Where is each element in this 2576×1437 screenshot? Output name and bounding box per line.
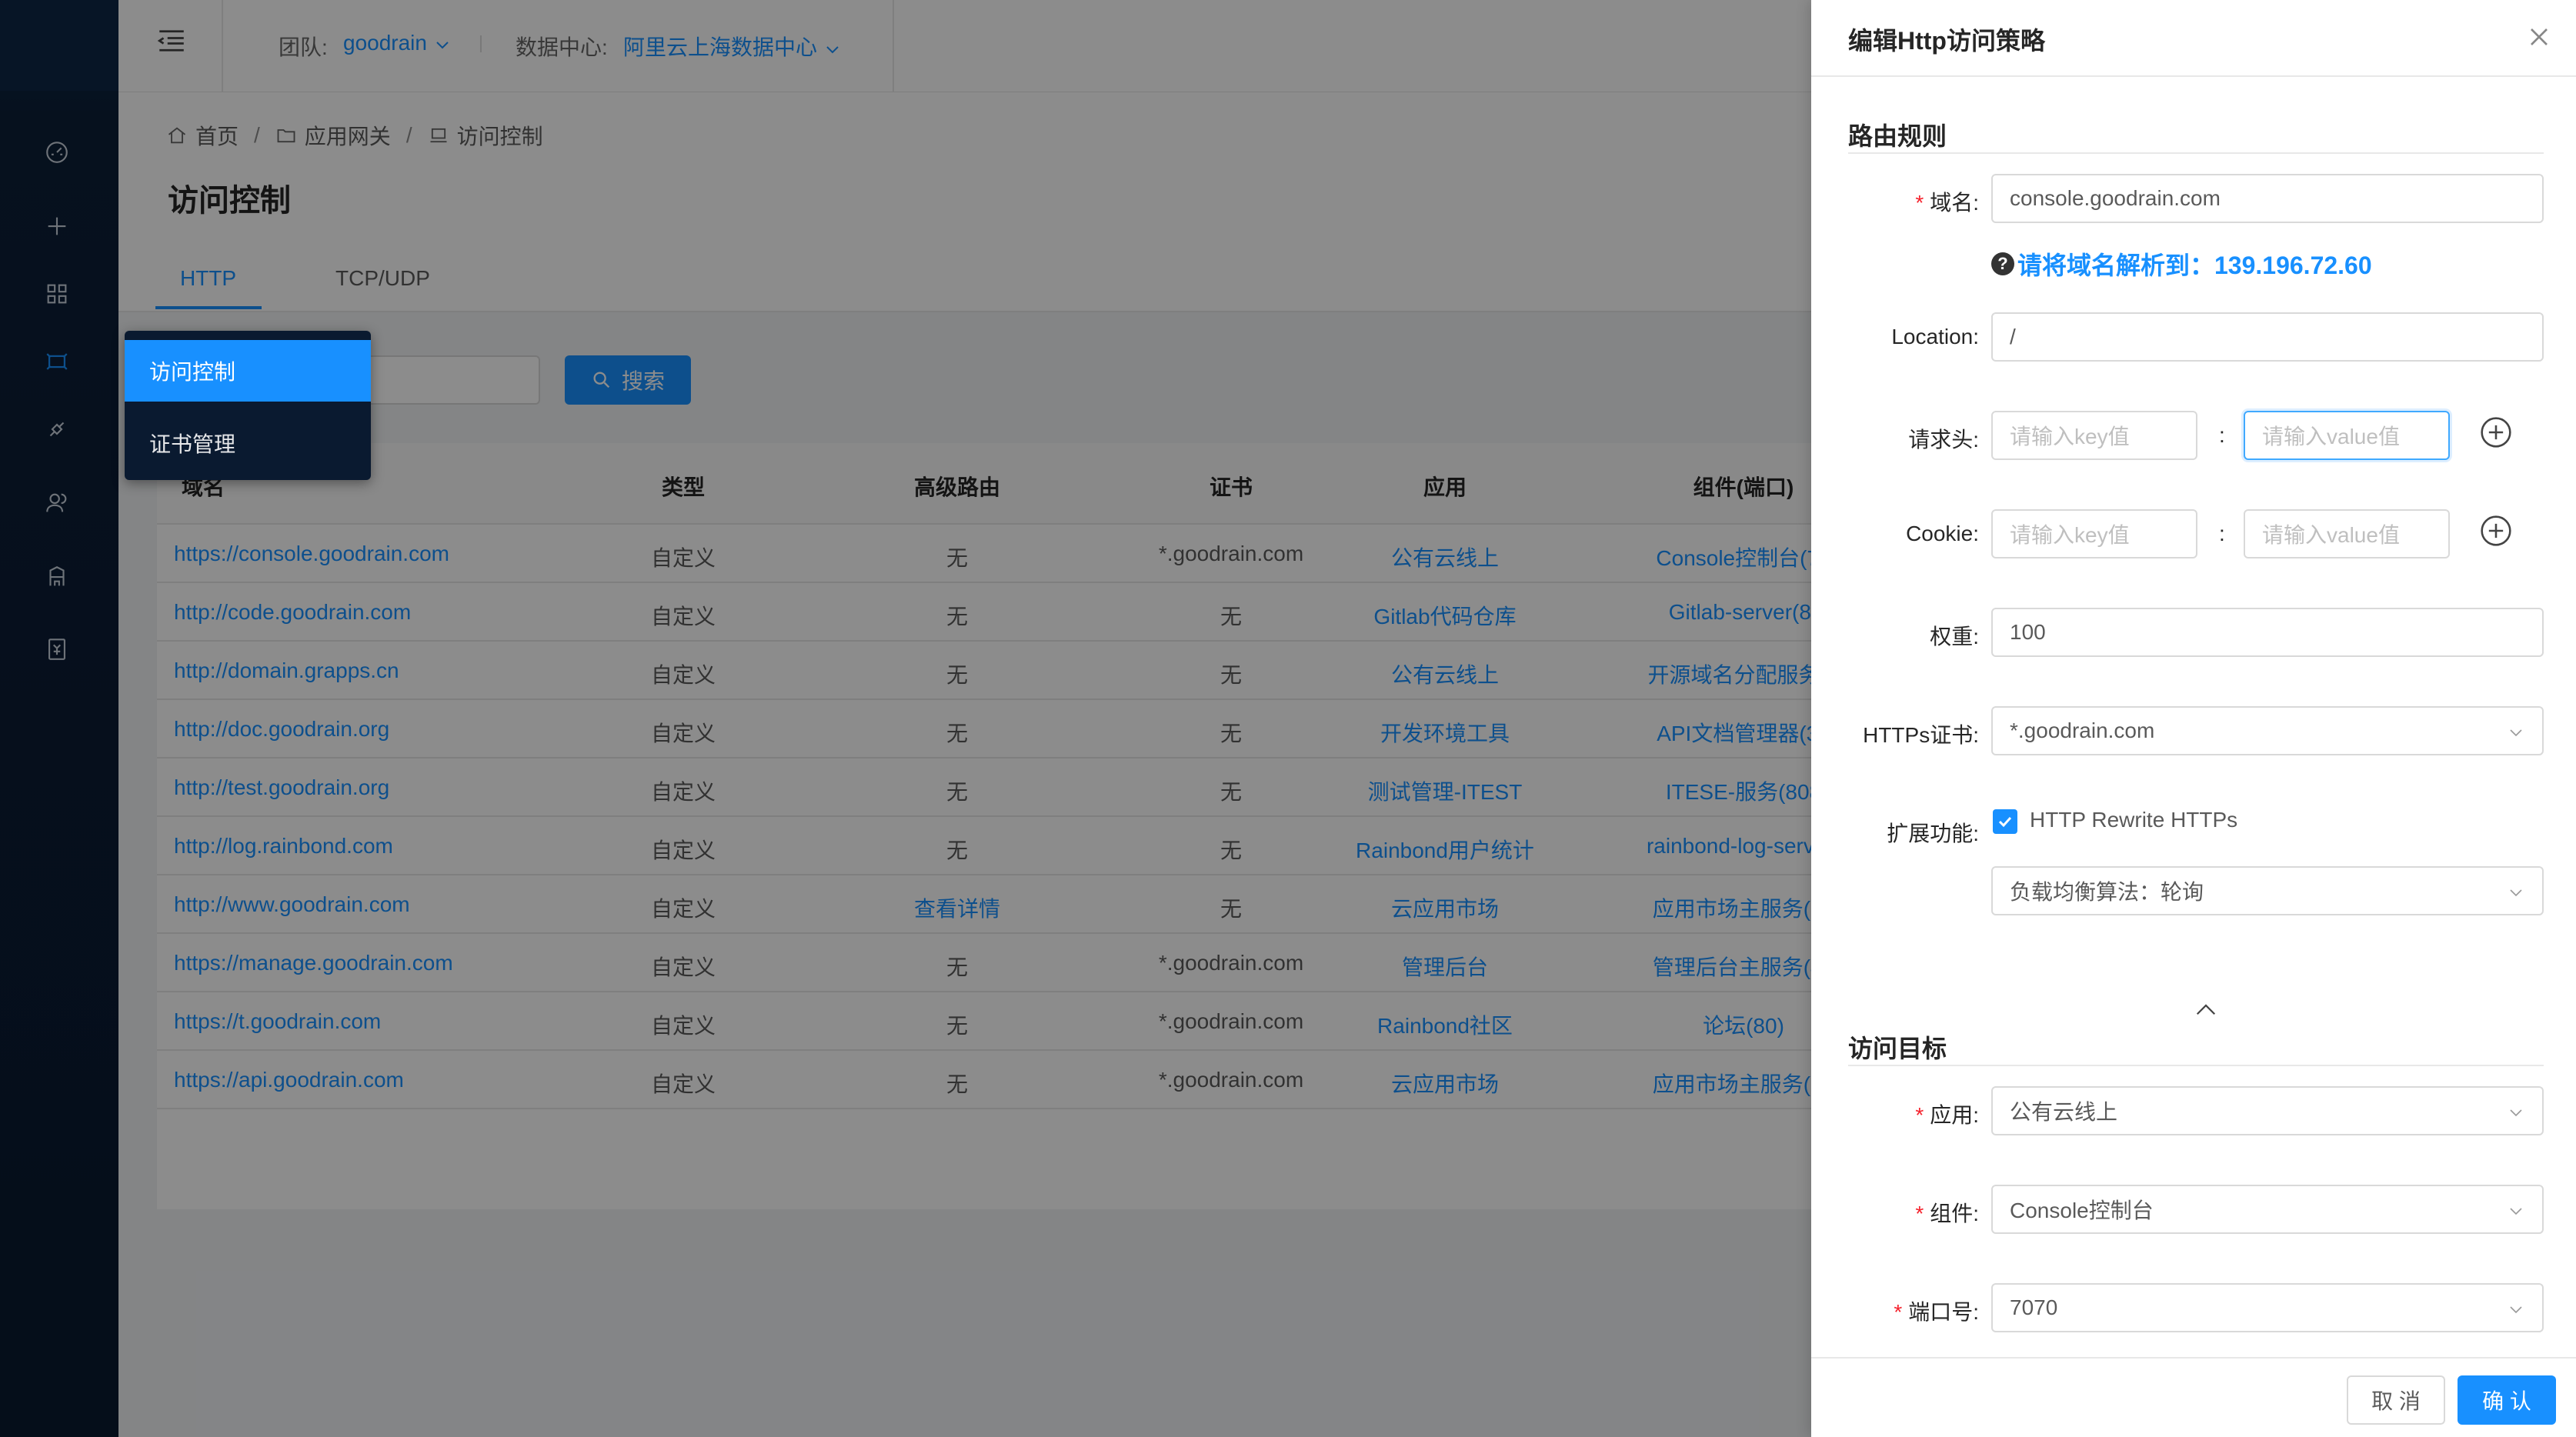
cookie-key-input[interactable]: 请输入key值 <box>1991 509 2197 558</box>
component-select-value: Console控制台 <box>2010 1199 2154 1222</box>
port-select[interactable]: 7070 <box>1991 1283 2544 1332</box>
load-balance-select[interactable]: 负载均衡算法：轮询 <box>1991 866 2544 915</box>
section-access-target: 访问目标 <box>1848 1035 1947 1062</box>
extension-label: 扩展功能: <box>1887 822 1979 845</box>
edit-http-drawer: 编辑Http访问策略 路由规则 * 域名: console.goodrain.co… <box>1811 0 2576 1437</box>
add-header-icon[interactable] <box>2479 415 2513 449</box>
header-key-input[interactable]: 请输入key值 <box>1991 411 2197 460</box>
https-cert-select[interactable]: *.goodrain.com <box>1991 706 2544 755</box>
section-divider <box>1848 1065 2544 1066</box>
request-header-label: 请求头: <box>1908 428 1979 452</box>
domain-input[interactable]: console.goodrain.com <box>1991 174 2544 223</box>
weight-label: 权重: <box>1930 625 1979 648</box>
https-cert-label: HTTPs证书: <box>1863 723 1979 747</box>
port-select-value: 7070 <box>2010 1295 2058 1319</box>
location-label: Location: <box>1891 325 1979 348</box>
check-icon <box>1998 816 2012 828</box>
section-divider <box>1848 152 2544 154</box>
app-select-value: 公有云线上 <box>2010 1100 2118 1124</box>
chevron-down-icon <box>2510 1109 2522 1117</box>
pair-colon: : <box>2219 423 2225 447</box>
rewrite-https-label[interactable]: HTTP Rewrite HTTPs <box>2030 808 2237 832</box>
domain-label: * 域名: <box>1915 186 1979 217</box>
chevron-down-icon <box>2510 889 2522 897</box>
question-icon: ? <box>1991 252 2014 275</box>
cookie-value-input[interactable]: 请输入value值 <box>2244 509 2450 558</box>
close-icon[interactable] <box>2524 22 2554 52</box>
add-cookie-icon[interactable] <box>2479 514 2513 548</box>
drawer-title: 编辑Http访问策略 <box>1848 27 2045 55</box>
cookie-label: Cookie: <box>1906 522 1979 545</box>
load-balance-value: 负载均衡算法：轮询 <box>2010 880 2204 904</box>
chevron-down-icon <box>2510 1208 2522 1215</box>
submenu-item-cert-management[interactable]: 证书管理 <box>125 412 371 474</box>
confirm-button[interactable]: 确 认 <box>2458 1375 2556 1425</box>
domain-label-text: 域名: <box>1930 191 1979 215</box>
component-label: * 组件: <box>1915 1197 1979 1228</box>
required-mark: * <box>1915 1202 1924 1225</box>
drawer-header: 编辑Http访问策略 <box>1811 0 2576 77</box>
chevron-up-icon[interactable] <box>2194 1002 2217 1017</box>
cancel-button[interactable]: 取 消 <box>2347 1375 2445 1425</box>
chevron-down-icon <box>2510 729 2522 737</box>
dns-hint: ? 请将域名解析到：139.196.72.60 <box>1991 246 2372 282</box>
drawer-footer: 取 消 确 认 <box>1811 1357 2576 1437</box>
https-cert-value: *.goodrain.com <box>2010 718 2155 742</box>
submenu-item-access-control[interactable]: 访问控制 <box>125 340 371 402</box>
component-select[interactable]: Console控制台 <box>1991 1185 2544 1234</box>
required-mark: * <box>1915 1103 1924 1127</box>
pair-colon: : <box>2219 522 2225 545</box>
app-select[interactable]: 公有云线上 <box>1991 1086 2544 1135</box>
port-label-text: 端口号: <box>1908 1300 1979 1324</box>
weight-input[interactable]: 100 <box>1991 608 2544 657</box>
required-mark: * <box>1894 1300 1903 1324</box>
section-route-rules: 路由规则 <box>1848 122 1947 150</box>
port-label: * 端口号: <box>1894 1295 1979 1326</box>
location-input[interactable]: / <box>1991 312 2544 362</box>
component-label-text: 组件: <box>1930 1202 1979 1225</box>
app-label-text: 应用: <box>1930 1103 1979 1127</box>
required-mark: * <box>1915 191 1924 215</box>
dns-hint-text: 请将域名解析到：139.196.72.60 <box>2017 252 2372 279</box>
gateway-submenu: 访问控制 证书管理 <box>125 331 371 480</box>
rewrite-https-checkbox[interactable] <box>1993 809 2017 834</box>
header-value-input[interactable]: 请输入value值 <box>2244 411 2450 460</box>
app-label: * 应用: <box>1915 1099 1979 1129</box>
chevron-down-icon <box>2510 1306 2522 1314</box>
